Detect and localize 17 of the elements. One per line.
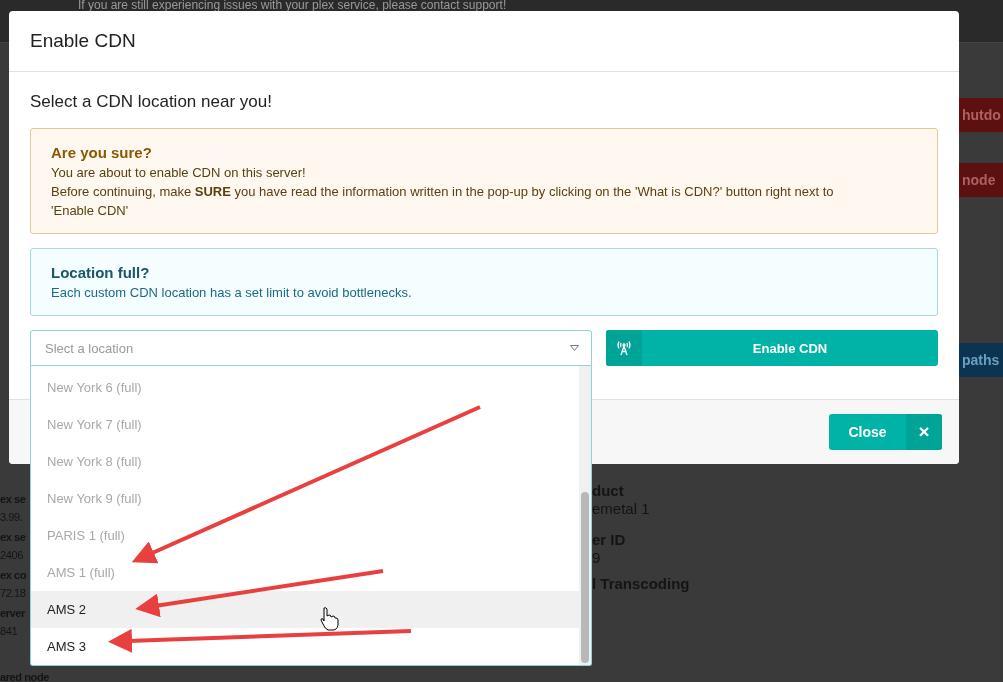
alert-text: Each custom CDN location has a set limit to avoid bottlenecks. <box>51 284 413 302</box>
location-select[interactable]: Slect a location <box>30 330 592 366</box>
alert-title: Are you sure? <box>51 143 153 163</box>
alert-text: You are about to enable CDN on this server! <box>51 164 307 182</box>
hand-cursor-icon <box>320 607 339 631</box>
close-button[interactable]: Close × <box>829 414 942 450</box>
enable-cdn-button[interactable]: Enable CDN <box>606 330 938 366</box>
support-notice: If you are still experiencing issues with your plex service, please contact support! <box>78 0 507 11</box>
location-option[interactable]: AMS 2 <box>31 591 579 628</box>
location-option[interactable]: AMS 3 <box>31 628 579 665</box>
dialog-heading: Select a CDN location near you! <box>30 92 273 112</box>
scrollbar[interactable] <box>579 366 591 665</box>
alert-text: Before continuing, make SURE you have read the information written in the pop-up by clicking on the 'What is CDN?' button right next to 'Enable CDN' <box>51 183 835 220</box>
dialog-title: Enable CDN <box>30 30 136 52</box>
antenna-icon <box>616 340 632 356</box>
alert-title: Location full? <box>51 263 151 283</box>
caret-icon <box>570 345 579 351</box>
